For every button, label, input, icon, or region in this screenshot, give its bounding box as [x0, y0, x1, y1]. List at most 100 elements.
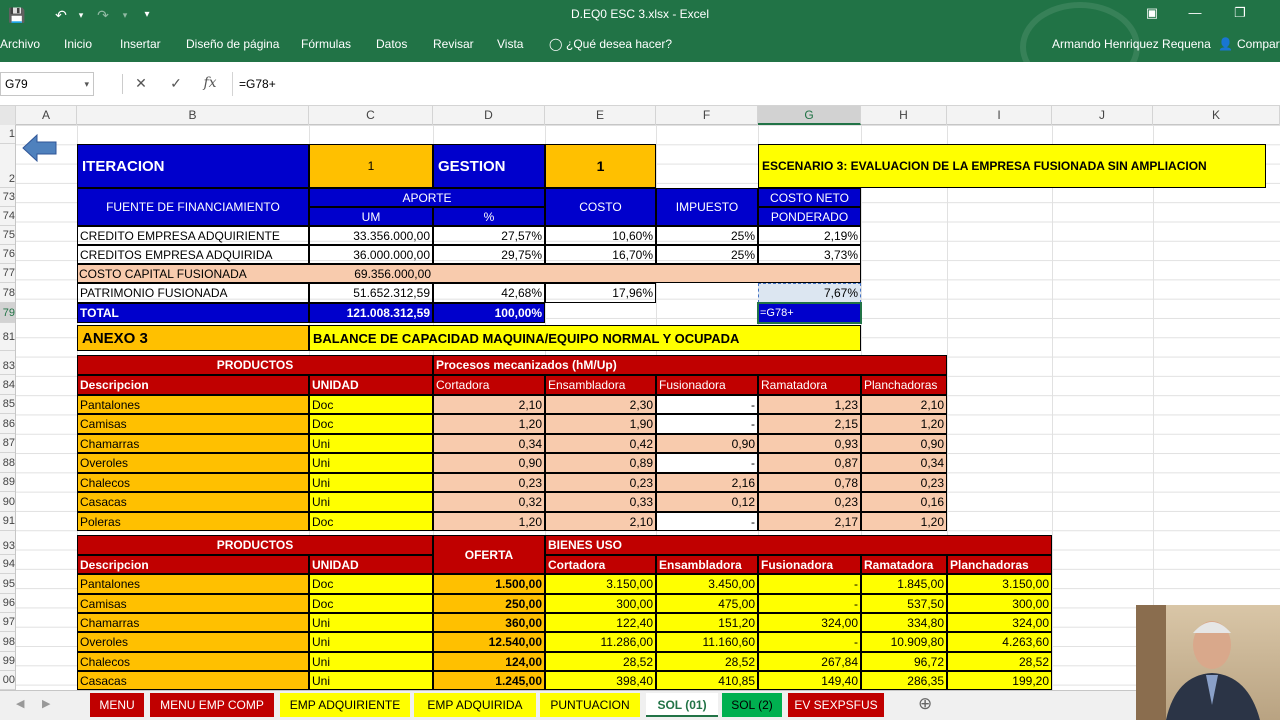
t1-desc[interactable]: Overoles [77, 453, 309, 473]
t2-value[interactable]: 324,00 [758, 613, 861, 632]
t2-value[interactable]: - [758, 632, 861, 652]
t2-value[interactable]: 410,85 [656, 671, 758, 690]
t1-value[interactable]: 0,90 [861, 434, 947, 453]
col-header-e[interactable]: E [545, 106, 656, 125]
t1-unidad[interactable]: Doc [309, 512, 433, 531]
total-pct[interactable]: 100,00% [433, 303, 545, 323]
tab-formulas[interactable]: Fórmulas [301, 37, 351, 51]
t2-value[interactable]: 475,00 [656, 594, 758, 613]
row-header-item[interactable]: 81 [0, 323, 15, 351]
t1-value[interactable]: 2,30 [545, 395, 656, 414]
fin-row-costo[interactable]: 10,60% [545, 226, 656, 245]
t1-value[interactable]: 0,90 [433, 453, 545, 473]
costo-capital-label[interactable]: COSTO CAPITAL FUSIONADA [77, 264, 309, 283]
enter-icon[interactable]: ✓ [166, 75, 186, 92]
col-header-c[interactable]: C [309, 106, 433, 125]
cancel-icon[interactable]: ✕ [131, 75, 151, 92]
t1-value[interactable]: - [656, 395, 758, 414]
t2-value[interactable]: 300,00 [947, 594, 1052, 613]
fin-row-costo[interactable]: 16,70% [545, 245, 656, 264]
col-header-i[interactable]: I [947, 106, 1052, 125]
t2-value[interactable]: 151,20 [656, 613, 758, 632]
t2-value[interactable]: 11.286,00 [545, 632, 656, 652]
row-header-item[interactable]: 91 [0, 512, 15, 531]
next-sheet-icon[interactable]: ▶ [42, 697, 50, 710]
gestion-value[interactable]: 1 [545, 144, 656, 188]
t1-value[interactable]: 1,20 [433, 512, 545, 531]
sheet-tab-emp-adquirida[interactable]: EMP ADQUIRIDA [414, 693, 536, 717]
t1-value[interactable]: 0,42 [545, 434, 656, 453]
row-header-item[interactable]: 77 [0, 264, 15, 283]
t2-unidad[interactable]: Doc [309, 594, 433, 613]
t1-value[interactable]: 2,10 [545, 512, 656, 531]
t1-value[interactable]: 1,90 [545, 414, 656, 434]
col-header-j[interactable]: J [1052, 106, 1153, 125]
row-header-item[interactable]: 85 [0, 395, 15, 414]
minimize-icon[interactable]: — [1183, 5, 1207, 20]
t1-value[interactable]: 0,12 [656, 492, 758, 512]
t1-desc[interactable]: Poleras [77, 512, 309, 531]
t1-value[interactable]: 2,10 [433, 395, 545, 414]
sheet-tab-sol-2[interactable]: SOL (2) [722, 693, 782, 717]
tab-inicio[interactable]: Inicio [64, 37, 92, 51]
t2-oferta[interactable]: 360,00 [433, 613, 545, 632]
fin-row-neto[interactable]: 2,19% [758, 226, 861, 245]
t2-value[interactable]: 96,72 [861, 652, 947, 671]
t1-unidad[interactable]: Uni [309, 434, 433, 453]
t2-value[interactable]: 267,84 [758, 652, 861, 671]
t1-desc[interactable]: Chalecos [77, 473, 309, 492]
row-header-item[interactable]: 95 [0, 574, 15, 594]
row-header-item[interactable]: 87 [0, 434, 15, 453]
chevron-down-icon[interactable]: ▾ [84, 73, 89, 95]
t1-desc[interactable]: Casacas [77, 492, 309, 512]
patrimonio-costo[interactable]: 17,96% [545, 283, 656, 303]
t1-value[interactable]: 0,87 [758, 453, 861, 473]
prev-sheet-icon[interactable]: ◀ [16, 697, 24, 710]
t1-value[interactable]: 0,16 [861, 492, 947, 512]
row-header-item[interactable]: 93 [0, 531, 15, 555]
t2-oferta[interactable]: 1.500,00 [433, 574, 545, 594]
row-header-item[interactable]: 99 [0, 652, 15, 671]
t1-value[interactable]: 1,23 [758, 395, 861, 414]
t2-oferta[interactable]: 1.245,00 [433, 671, 545, 690]
col-header-k[interactable]: K [1153, 106, 1280, 125]
t2-unidad[interactable]: Uni [309, 613, 433, 632]
t1-unidad[interactable]: Uni [309, 453, 433, 473]
sheet-tab-sol-01[interactable]: SOL (01) [646, 693, 718, 717]
t2-value[interactable]: 28,52 [947, 652, 1052, 671]
user-name[interactable]: Armando Henriquez Requena [1052, 37, 1211, 51]
t2-value[interactable]: 3.450,00 [656, 574, 758, 594]
t2-desc[interactable]: Pantalones [77, 574, 309, 594]
insert-function-icon[interactable]: fx [200, 75, 220, 91]
t1-value[interactable]: 0,93 [758, 434, 861, 453]
t1-value[interactable]: 1,20 [861, 414, 947, 434]
t2-value[interactable]: 3.150,00 [545, 574, 656, 594]
t2-desc[interactable]: Camisas [77, 594, 309, 613]
row-header-item[interactable]: 89 [0, 473, 15, 492]
row-header-item[interactable]: 84 [0, 375, 15, 395]
name-box[interactable]: G79 ▾ [0, 72, 94, 96]
share-icon[interactable]: 👤 [1218, 37, 1233, 51]
t1-value[interactable]: 0,34 [861, 453, 947, 473]
t1-value[interactable]: - [656, 453, 758, 473]
t1-value[interactable]: 0,90 [656, 434, 758, 453]
col-header-h[interactable]: H [861, 106, 947, 125]
tab-datos[interactable]: Datos [376, 37, 407, 51]
row-header-item[interactable]: 73 [0, 188, 15, 207]
formula-input[interactable]: =G78+ [232, 72, 1278, 96]
patrimonio-um[interactable]: 51.652.312,59 [309, 283, 433, 303]
col-header-f[interactable]: F [656, 106, 758, 125]
t1-value[interactable]: - [656, 414, 758, 434]
t1-desc[interactable]: Pantalones [77, 395, 309, 414]
t2-oferta[interactable]: 12.540,00 [433, 632, 545, 652]
row-header-item[interactable]: 79 [0, 303, 15, 323]
row-header-item[interactable]: 94 [0, 555, 15, 574]
row-header-item[interactable]: 90 [0, 492, 15, 512]
fin-row-neto[interactable]: 3,73% [758, 245, 861, 264]
row-header-item[interactable]: 2 [0, 144, 15, 188]
row-header-item[interactable]: 74 [0, 207, 15, 226]
fin-row-um[interactable]: 36.000.000,00 [309, 245, 433, 264]
t2-value[interactable]: - [758, 594, 861, 613]
tab-diseno[interactable]: Diseño de página [186, 37, 279, 51]
t2-value[interactable]: 199,20 [947, 671, 1052, 690]
